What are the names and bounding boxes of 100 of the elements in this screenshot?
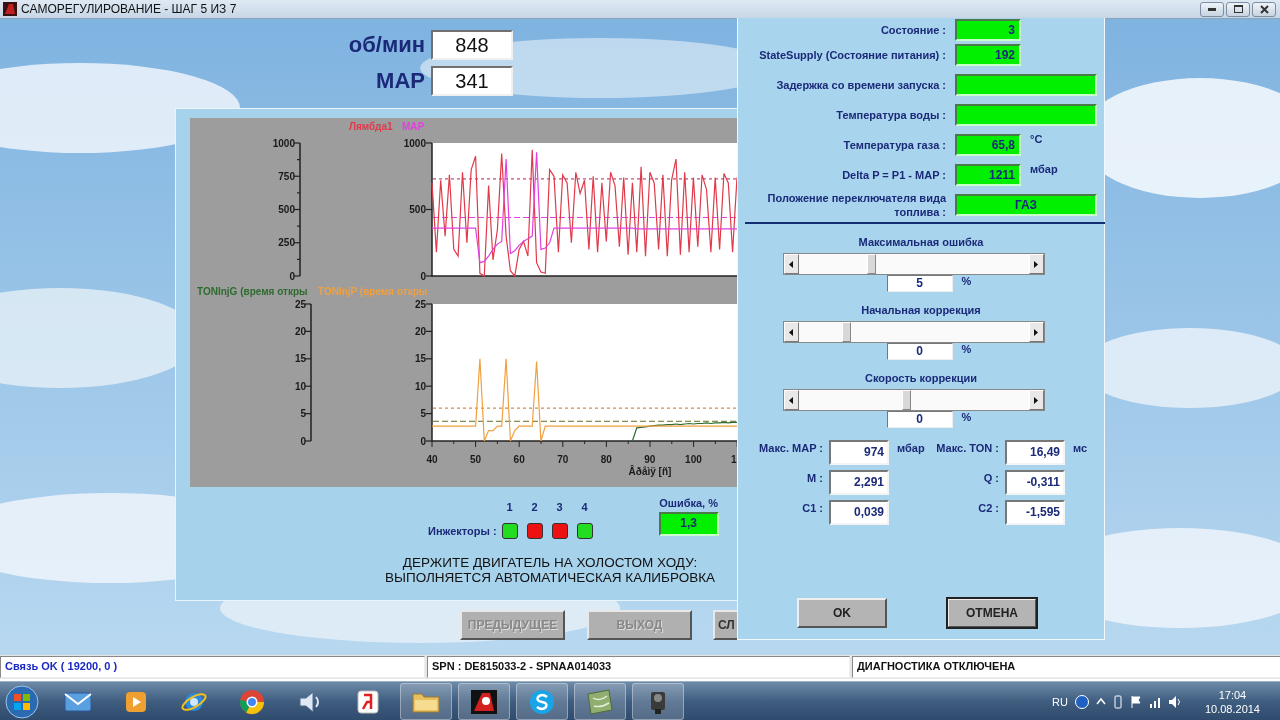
slider-thumb[interactable]: [902, 390, 911, 410]
clock[interactable]: 17:04 10.08.2014: [1204, 687, 1260, 716]
param-label: Q :: [982, 471, 1000, 484]
status-field: SPN : DE815033-2 - SPNAA014033: [427, 656, 850, 678]
right-arrow-icon: [1034, 328, 1038, 336]
field-label: Температура воды :: [835, 108, 946, 122]
axis-label: 80: [600, 454, 612, 465]
axis-label: 20: [414, 325, 426, 337]
axis-label: 15: [414, 353, 426, 365]
param-label: C2 :: [977, 501, 1000, 514]
app-icon: [356, 688, 380, 715]
axis-label: 250: [278, 237, 295, 249]
readout-label: MAP: [375, 68, 425, 94]
clock-time: 17:04: [1218, 687, 1247, 702]
injector-number: 3: [555, 500, 564, 513]
unit-label: мбар: [896, 441, 926, 454]
dialog-button[interactable]: OK: [797, 598, 887, 628]
close-icon: [1259, 4, 1269, 14]
axis-label: 70: [557, 454, 569, 465]
value-field: -0,311: [1005, 470, 1065, 495]
param-label: Макс. MAP :: [758, 441, 824, 454]
left-arrow-icon: [789, 260, 793, 268]
axis-title: Âðåìÿ [ñ]: [628, 466, 672, 477]
slider-label: Максимальная ошибка: [858, 236, 984, 250]
value-field: 5: [886, 275, 953, 292]
legend-label: MAP: [402, 121, 425, 132]
close-button[interactable]: [1252, 1, 1276, 17]
map-icon: [585, 687, 615, 716]
axis-label: 500: [278, 204, 295, 215]
taskbar-button[interactable]: [632, 683, 684, 720]
axis-label: 5: [420, 408, 426, 420]
axis-label: 90: [644, 454, 656, 465]
param-label: M :: [806, 471, 824, 484]
chat-icon: [528, 687, 556, 716]
legend-label: TONInjG (время откры: [197, 286, 308, 297]
browser-icon: [238, 687, 266, 716]
value-field: 2,291: [829, 470, 889, 495]
axis-label: 50: [470, 454, 482, 465]
axis-label: 5: [300, 408, 306, 420]
scroll-left-button[interactable]: [783, 254, 799, 274]
maximize-button[interactable]: [1226, 1, 1250, 17]
injector-number: 1: [505, 500, 514, 513]
field-label: Задержка со времени запуска :: [775, 78, 946, 92]
start-button[interactable]: [2, 683, 42, 720]
value-field: 0: [886, 411, 953, 428]
help-icon[interactable]: [1074, 694, 1089, 709]
axis-label: 750: [278, 170, 295, 182]
mail-icon: [64, 690, 92, 713]
injector-number: 4: [580, 500, 589, 513]
scroll-left-button[interactable]: [783, 390, 799, 410]
clock-date: 10.08.2014: [1204, 701, 1260, 716]
field-label: Состояние :: [879, 23, 946, 37]
signal-icon[interactable]: [1148, 695, 1161, 708]
param-label: C1 :: [801, 501, 824, 514]
scroll-left-button[interactable]: [783, 322, 799, 342]
field-label: Delta P = P1 - MAP :: [841, 168, 946, 182]
slider-thumb[interactable]: [841, 322, 851, 342]
field-label: StateSupply (Состояние питания) :: [758, 48, 946, 62]
device-icon[interactable]: [1112, 694, 1123, 709]
axis-label: 1: [731, 454, 737, 465]
window-title: САМОРЕГУЛИРОВАНИЕ - ШАГ 5 ИЗ 7: [21, 2, 237, 16]
unit-label: мбар: [1030, 163, 1058, 175]
app-icon: [3, 2, 17, 16]
nav-button[interactable]: СЛ: [713, 610, 738, 640]
error-field: 1,3: [658, 512, 719, 536]
error-label: Ошибка, %: [659, 497, 719, 509]
unit-label: мс: [1072, 441, 1089, 454]
value-field: ГАЗ: [955, 194, 1097, 216]
flag-icon[interactable]: [1129, 694, 1142, 709]
readout-field: 341: [431, 66, 513, 96]
language-indicator[interactable]: RU: [1052, 695, 1068, 708]
value-field: 65,8: [955, 134, 1021, 156]
right-arrow-icon: [1034, 260, 1038, 268]
right-arrow-icon: [1034, 396, 1038, 404]
param-label: Макс. TON :: [935, 441, 1000, 454]
instruction-text: ДЕРЖИТЕ ДВИГАТЕЛЬ НА ХОЛОСТОМ ХОДУ: ВЫПОЛНЯЕТСЯ АВТОМАТИЧЕСКАЯ КАЛИБРОВКА: [383, 555, 716, 585]
axis-label: 1000: [272, 137, 295, 149]
axis-label: 100: [685, 454, 702, 465]
value-field: -1,595: [1005, 500, 1065, 525]
start-orb-icon: [5, 684, 39, 719]
axis-label: 20: [294, 325, 306, 337]
axis-label: 40: [426, 454, 438, 465]
axis-label: 0: [420, 435, 426, 447]
slider-label: Скорость коррекции: [864, 372, 978, 386]
axis-label: 60: [513, 454, 525, 465]
value-field: 192: [955, 44, 1021, 66]
readout-label: об/мин: [347, 32, 425, 58]
slider-thumb[interactable]: [866, 254, 876, 274]
axis-label: 0: [300, 435, 306, 447]
dialog-button[interactable]: ОТМЕНА: [947, 598, 1037, 628]
unit-label: %: [961, 411, 972, 423]
field-label: Положение переключателя вида топлива :: [766, 191, 946, 219]
minimize-button[interactable]: [1200, 1, 1224, 17]
value-field: 3: [955, 19, 1021, 41]
axis-label: 15: [294, 353, 306, 365]
legend-label: Лямбда1: [349, 121, 393, 132]
value-field: 0,039: [829, 500, 889, 525]
value-field: 16,49: [1005, 440, 1065, 465]
slider-label: Начальная коррекция: [861, 304, 981, 318]
taskbar-button[interactable]: [458, 683, 510, 720]
